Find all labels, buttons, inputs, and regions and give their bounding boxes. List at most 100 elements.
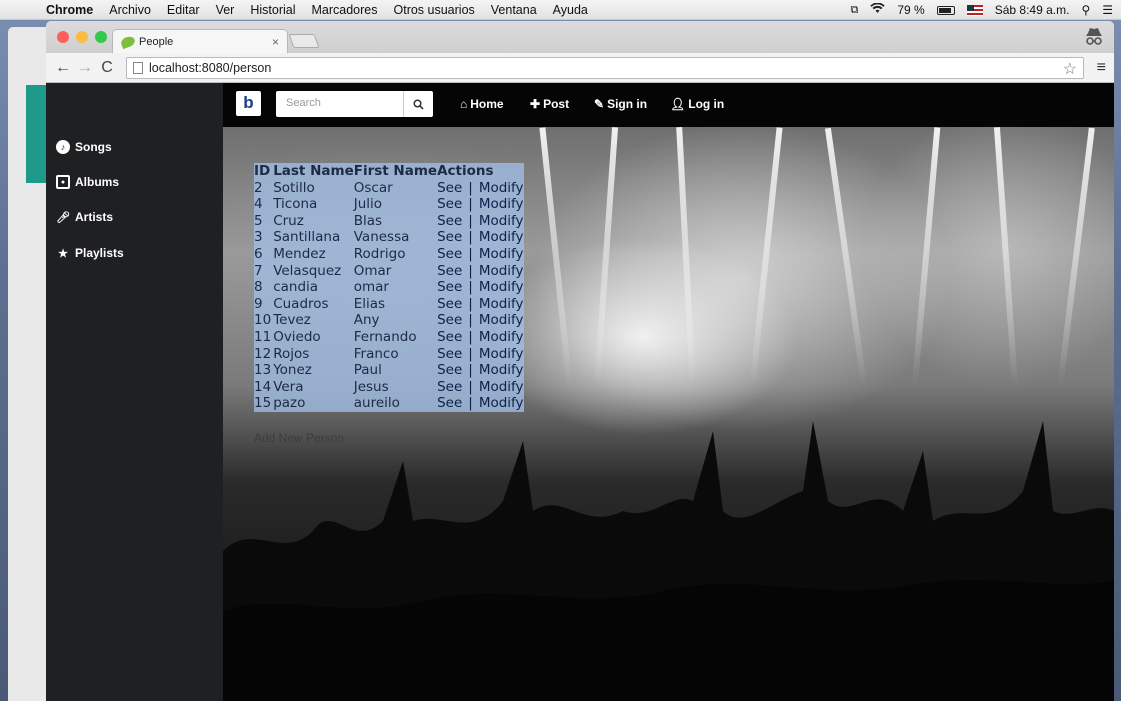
- chrome-menu-icon[interactable]: ≡: [1097, 59, 1106, 77]
- incognito-profile-icon[interactable]: [1082, 25, 1106, 49]
- reload-icon[interactable]: C: [96, 59, 118, 77]
- battery-icon[interactable]: [936, 5, 955, 15]
- action-separator: |: [468, 245, 473, 262]
- modify-link[interactable]: Modify: [479, 395, 524, 411]
- screen-mirror-icon[interactable]: ⧉: [851, 4, 859, 17]
- sidebar-item-songs[interactable]: ♪ Songs: [56, 140, 112, 154]
- spotlight-icon[interactable]: ⚲: [1081, 3, 1090, 17]
- see-link[interactable]: See: [437, 346, 462, 362]
- action-separator: |: [468, 362, 473, 379]
- microphone-icon: 🎤︎: [56, 211, 70, 224]
- action-separator: |: [468, 212, 473, 229]
- sidebar-item-albums[interactable]: ● Albums: [56, 175, 119, 189]
- new-tab-button[interactable]: [288, 34, 320, 48]
- cell-id: 4: [254, 196, 274, 213]
- see-link[interactable]: See: [437, 312, 462, 328]
- forward-arrow-icon[interactable]: →: [74, 59, 96, 77]
- nav-signin-link[interactable]: ✎ Sign in: [594, 97, 647, 111]
- cell-actions: See | Modify: [437, 279, 524, 296]
- action-separator: |: [468, 378, 473, 395]
- modify-link[interactable]: Modify: [479, 279, 524, 295]
- nav-home-link[interactable]: ⌂ Home: [460, 97, 504, 111]
- sidebar-item-label: Artists: [75, 210, 114, 224]
- cell-actions: See | Modify: [437, 378, 524, 396]
- cell-actions: See | Modify: [437, 362, 524, 379]
- modify-link[interactable]: Modify: [479, 213, 524, 229]
- url-text[interactable]: localhost:8080/person: [149, 61, 271, 75]
- modify-link[interactable]: Modify: [479, 379, 524, 395]
- see-link[interactable]: See: [437, 263, 462, 279]
- see-link[interactable]: See: [437, 180, 462, 196]
- concert-background: ID Last Name First Name Actions 2 Sotillo…: [223, 127, 1114, 701]
- bookmark-star-icon[interactable]: ☆: [1063, 59, 1077, 79]
- sidebar-item-artists[interactable]: 🎤︎ Artists: [56, 210, 113, 224]
- input-source-flag-icon[interactable]: [966, 4, 983, 16]
- menu-ventana[interactable]: Ventana: [483, 3, 545, 17]
- see-link[interactable]: See: [437, 213, 462, 229]
- tab-close-icon[interactable]: ×: [272, 35, 279, 49]
- table-row: 13 Yonez Paul See | Modify: [254, 362, 524, 379]
- cell-id: 6: [254, 245, 274, 263]
- cell-id: 2: [254, 179, 274, 197]
- cell-id: 3: [254, 229, 274, 246]
- menu-otros-usuarios[interactable]: Otros usuarios: [386, 3, 483, 17]
- see-link[interactable]: See: [437, 395, 462, 411]
- modify-link[interactable]: Modify: [479, 362, 524, 378]
- see-link[interactable]: See: [437, 296, 462, 312]
- tab-people[interactable]: People ×: [112, 29, 288, 53]
- wifi-icon[interactable]: [870, 2, 886, 17]
- nav-login-link[interactable]: 👤︎ Log in: [670, 97, 724, 111]
- modify-link[interactable]: Modify: [479, 296, 524, 312]
- menu-ayuda[interactable]: Ayuda: [545, 3, 596, 17]
- see-link[interactable]: See: [437, 229, 462, 245]
- plus-icon: ✚: [530, 97, 541, 111]
- cell-last-name: Rojos: [273, 345, 354, 363]
- menu-marcadores[interactable]: Marcadores: [304, 3, 386, 17]
- cell-actions: See | Modify: [437, 179, 524, 197]
- menu-clock[interactable]: Sáb 8:49 a.m.: [995, 3, 1070, 17]
- modify-link[interactable]: Modify: [479, 196, 524, 212]
- minimize-window-button[interactable]: [76, 31, 88, 43]
- see-link[interactable]: See: [437, 279, 462, 295]
- search-input[interactable]: Search: [276, 91, 403, 117]
- close-window-button[interactable]: [57, 31, 69, 43]
- menu-ver[interactable]: Ver: [208, 3, 243, 17]
- menu-editar[interactable]: Editar: [159, 3, 208, 17]
- search-button[interactable]: [403, 91, 433, 117]
- back-arrow-icon[interactable]: ←: [52, 59, 74, 77]
- battery-percent[interactable]: 79 %: [897, 3, 924, 17]
- sidebar: ♪ Songs ● Albums 🎤︎ Artists ★ Playlists: [46, 83, 223, 701]
- see-link[interactable]: See: [437, 379, 462, 395]
- modify-link[interactable]: Modify: [479, 180, 524, 196]
- see-link[interactable]: See: [437, 246, 462, 262]
- notification-center-icon[interactable]: ☰: [1102, 3, 1113, 17]
- edit-icon: ✎: [594, 97, 605, 111]
- zoom-window-button[interactable]: [95, 31, 107, 43]
- cell-actions: See | Modify: [437, 328, 524, 346]
- menu-archivo[interactable]: Archivo: [101, 3, 159, 17]
- modify-link[interactable]: Modify: [479, 312, 524, 328]
- cell-first-name: Any: [353, 312, 438, 329]
- page-info-icon[interactable]: [133, 62, 143, 74]
- modify-link[interactable]: Modify: [479, 346, 524, 362]
- brand-logo[interactable]: b: [236, 91, 261, 116]
- see-link[interactable]: See: [437, 362, 462, 378]
- cell-last-name: Cuadros: [273, 295, 354, 313]
- cell-first-name: omar: [353, 279, 438, 296]
- modify-link[interactable]: Modify: [479, 329, 524, 345]
- address-bar[interactable]: localhost:8080/person ☆: [126, 57, 1084, 79]
- see-link[interactable]: See: [437, 196, 462, 212]
- menu-chrome[interactable]: Chrome: [38, 3, 101, 17]
- modify-link[interactable]: Modify: [479, 229, 524, 245]
- sidebar-item-playlists[interactable]: ★ Playlists: [56, 246, 124, 260]
- top-navbar: b Search ⌂ Home ✚ Post ✎ Sign in 👤︎ Log …: [223, 83, 1114, 127]
- add-new-person-link[interactable]: Add New Person: [254, 431, 344, 445]
- see-link[interactable]: See: [437, 329, 462, 345]
- menu-historial[interactable]: Historial: [242, 3, 303, 17]
- cell-last-name: Sotillo: [273, 179, 354, 197]
- cell-first-name: Omar: [353, 262, 438, 280]
- modify-link[interactable]: Modify: [479, 246, 524, 262]
- modify-link[interactable]: Modify: [479, 263, 524, 279]
- cell-actions: See | Modify: [437, 295, 524, 313]
- nav-post-link[interactable]: ✚ Post: [530, 97, 569, 111]
